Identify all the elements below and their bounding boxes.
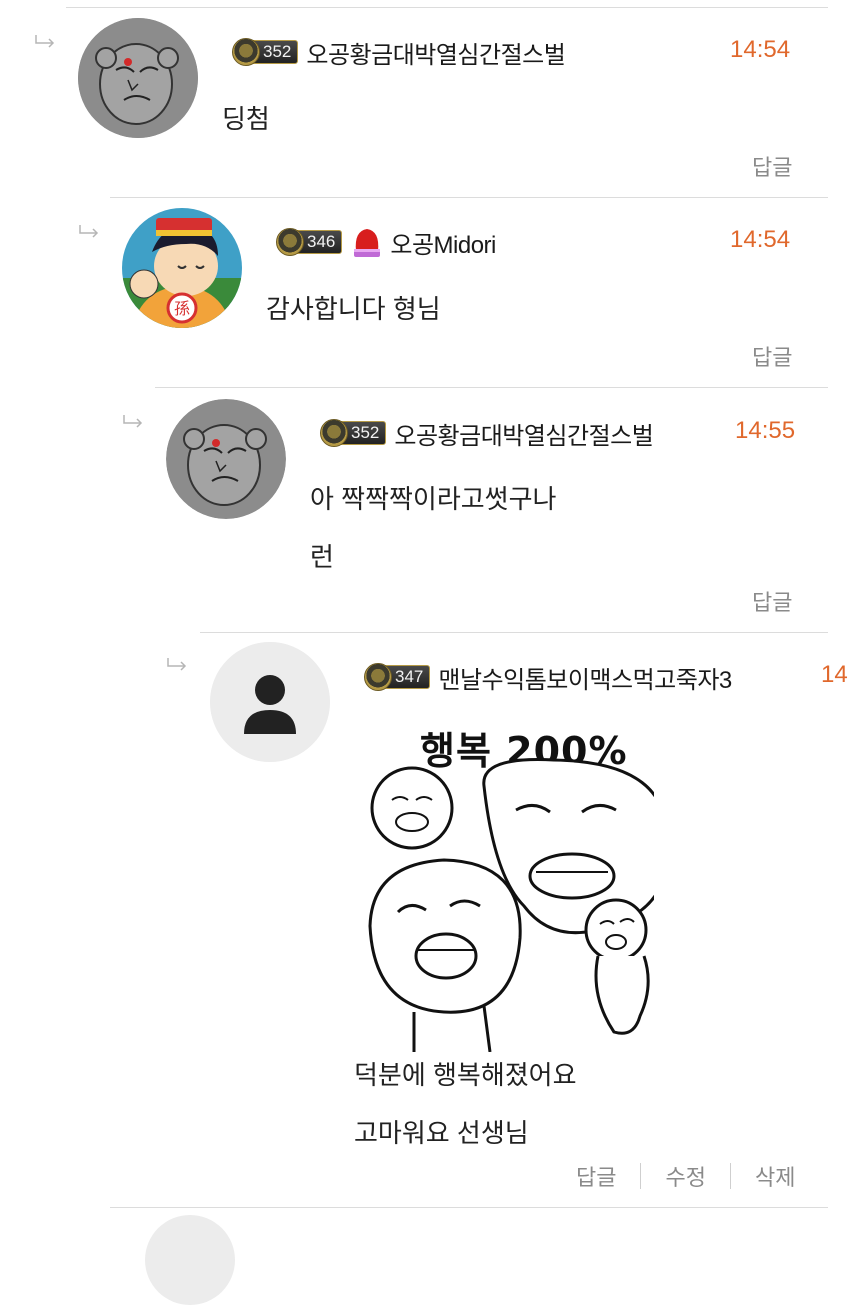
svg-text:孫: 孫 <box>174 299 190 318</box>
level-emblem-icon <box>320 419 348 447</box>
level-badge: 352 <box>232 38 299 66</box>
reply-arrow-icon <box>123 415 143 428</box>
level-emblem-icon <box>364 663 392 691</box>
laughing-faces-illustration <box>368 758 654 1052</box>
level-badge: 347 <box>364 663 431 691</box>
nickname[interactable]: 맨날수익톰보이맥스먹고죽자3 <box>438 660 732 695</box>
level-badge: 352 <box>320 419 387 447</box>
user-silhouette-icon <box>210 642 330 762</box>
top-divider <box>66 7 828 8</box>
reply-button[interactable]: 답글 <box>752 340 792 372</box>
nickname[interactable]: 오공Midori <box>390 225 496 260</box>
reply-button[interactable]: 답글 <box>752 150 792 182</box>
nickname[interactable]: 오공황금대박열심간절스벌 <box>394 416 653 451</box>
reply-arrow-icon <box>35 35 55 48</box>
reply-arrow-icon <box>79 225 99 238</box>
delete-button[interactable]: 삭제 <box>755 1160 795 1192</box>
comment-text: 아 짝짝짝이라고썻구나 런 <box>310 484 557 572</box>
comment-divider <box>155 387 828 388</box>
reply-button[interactable]: 답글 <box>752 585 792 617</box>
red-hat-icon <box>354 229 381 257</box>
comment-divider <box>110 1207 828 1208</box>
sketch-face-avatar[interactable] <box>166 399 286 519</box>
comment-time: 14:54 <box>730 226 791 253</box>
nickname[interactable]: 오공황금대박열심간절스벌 <box>306 35 565 70</box>
comment-time: 14:55 <box>735 417 796 444</box>
cartoon-boy-avatar[interactable]: 孫 <box>122 208 242 328</box>
comment-time: 14 <box>821 661 848 688</box>
comment-text: 덕분에 행복해졌어요 고마워요 선생님 <box>354 1060 577 1148</box>
comment-time: 14:54 <box>730 36 791 63</box>
comment-text: 딩첨 <box>222 104 270 134</box>
reply-arrow-icon <box>167 658 187 671</box>
action-separator <box>729 1163 731 1189</box>
action-separator <box>640 1163 642 1189</box>
next-avatar-peek <box>145 1215 235 1305</box>
default-user-avatar[interactable] <box>210 642 330 762</box>
level-badge: 346 <box>276 228 343 256</box>
comment-divider <box>110 197 828 198</box>
edit-button[interactable]: 수정 <box>665 1160 705 1192</box>
comment-text: 감사합니다 형님 <box>266 294 441 324</box>
level-emblem-icon <box>232 38 260 66</box>
sticker-image[interactable]: 행복 200% <box>354 716 654 1052</box>
comment-divider <box>200 632 828 633</box>
reply-button[interactable]: 답글 <box>576 1160 616 1192</box>
sketch-face-avatar[interactable] <box>78 18 198 138</box>
level-emblem-icon <box>276 228 304 256</box>
